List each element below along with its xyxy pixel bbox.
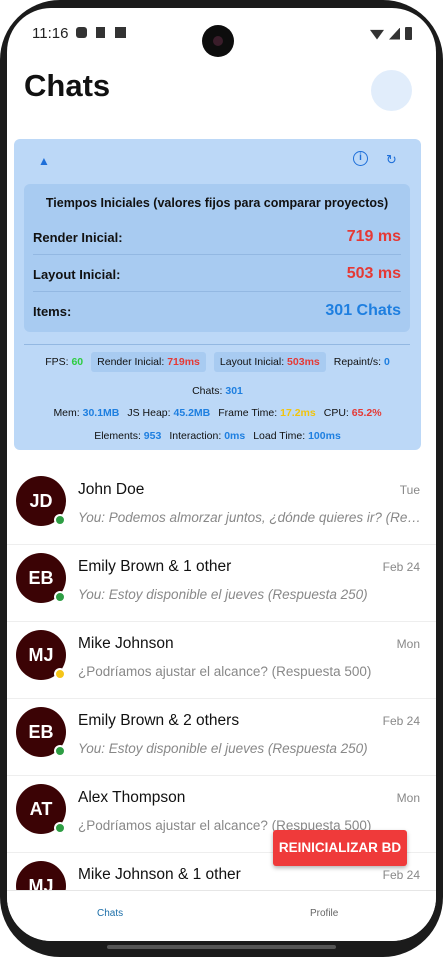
online-status-dot	[54, 514, 66, 526]
front-camera	[202, 25, 234, 57]
wifi-icon	[370, 29, 384, 40]
app-screen: 11:16 Chats ▲ i ↻ Tiempos Iniciales (val…	[7, 8, 436, 941]
online-status-dot	[54, 745, 66, 757]
layout-chip: Layout Inicial: 503ms	[213, 352, 326, 372]
metric-value: 503 ms	[346, 265, 401, 282]
mem-stat: Mem: 30.1MB	[53, 407, 120, 419]
stats-line-4: Elements: 953 Interaction: 0ms Load Time…	[14, 430, 421, 442]
chat-date: Feb 24	[382, 560, 420, 574]
cpu-stat: CPU: 65.2%	[323, 407, 382, 419]
chat-date: Mon	[396, 637, 420, 651]
reset-db-button[interactable]: REINICIALIZAR BD	[273, 830, 407, 866]
signal-icon	[389, 27, 400, 40]
chat-date: Feb 24	[382, 868, 420, 882]
home-indicator[interactable]	[107, 945, 336, 949]
collapse-arrow-icon[interactable]: ▲	[38, 154, 50, 168]
chat-list-item[interactable]: EB Emily Brown & 1 other Feb 24 You: Est…	[7, 545, 436, 622]
stats-line-2: Chats: 301	[14, 385, 421, 397]
metric-label: Items:	[33, 304, 72, 319]
page-title: Chats	[24, 68, 111, 103]
chat-date: Mon	[396, 791, 420, 805]
refresh-icon[interactable]: ↻	[386, 152, 397, 168]
initial-times-heading: Tiempos Iniciales (valores fijos para co…	[45, 196, 389, 210]
status-right	[370, 27, 412, 40]
chat-list-item[interactable]: JD John Doe Tue You: Podemos almorzar ju…	[7, 468, 436, 545]
battery-icon	[405, 27, 412, 40]
app-notification-icon	[115, 27, 126, 38]
chat-name: Alex Thompson	[78, 789, 186, 806]
metric-label: Layout Inicial:	[33, 267, 121, 282]
render-chip: Render Inicial: 719ms	[91, 352, 206, 372]
away-status-dot	[54, 668, 66, 680]
shield-icon	[76, 27, 87, 38]
initial-times-card: Tiempos Iniciales (valores fijos para co…	[24, 184, 410, 332]
stats-line-1: FPS: 60 Render Inicial: 719ms Layout Ini…	[14, 352, 421, 372]
chat-date: Feb 24	[382, 714, 420, 728]
interaction-stat: Interaction: 0ms	[169, 430, 246, 442]
chat-preview: You: Podemos almorzar juntos, ¿dónde qui…	[78, 510, 421, 525]
chat-list-item[interactable]: MJ Mike Johnson Mon ¿Podríamos ajustar e…	[7, 622, 436, 699]
chat-preview: You: Estoy disponible el jueves (Respues…	[78, 741, 368, 756]
chat-list-item[interactable]: EB Emily Brown & 2 others Feb 24 You: Es…	[7, 699, 436, 776]
chat-name: Emily Brown & 1 other	[78, 558, 232, 575]
loadtime-stat: Load Time: 100ms	[253, 430, 341, 442]
bottom-tab-bar: Chats Profile	[7, 890, 436, 941]
status-time: 11:16	[32, 25, 69, 42]
elements-stat: Elements: 953	[94, 430, 162, 442]
tab-chats[interactable]: Chats	[97, 908, 123, 919]
divider	[24, 344, 410, 345]
performance-panel: ▲ i ↻ Tiempos Iniciales (valores fijos p…	[14, 139, 421, 450]
chat-date: Tue	[399, 483, 420, 497]
metric-row: Items: 301 Chats	[33, 292, 401, 329]
metric-label: Render Inicial:	[33, 230, 123, 245]
chat-name: John Doe	[78, 481, 145, 498]
metric-row: Layout Inicial: 503 ms	[33, 255, 401, 292]
chat-name: Mike Johnson & 1 other	[78, 866, 241, 883]
metric-row: Render Inicial: 719 ms	[33, 218, 401, 255]
status-bar: 11:16	[7, 8, 436, 57]
online-status-dot	[54, 822, 66, 834]
chat-preview: You: Estoy disponible el jueves (Respues…	[78, 587, 368, 602]
chats-stat: Chats: 301	[192, 385, 243, 397]
frametime-stat: Frame Time: 17.2ms	[218, 407, 316, 419]
tab-profile[interactable]: Profile	[310, 908, 338, 919]
repaint-stat: Repaint/s: 0	[333, 356, 390, 368]
metric-value: 301 Chats	[325, 302, 401, 319]
profile-avatar[interactable]	[371, 70, 412, 111]
chat-preview: ¿Podríamos ajustar el alcance? (Respuest…	[78, 664, 372, 679]
chat-name: Emily Brown & 2 others	[78, 712, 240, 729]
fps-stat: FPS: 60	[45, 356, 84, 368]
sim-card-icon	[96, 27, 105, 38]
metric-value: 719 ms	[346, 228, 401, 245]
info-icon[interactable]: i	[353, 151, 368, 166]
stats-line-3: Mem: 30.1MB JS Heap: 45.2MB Frame Time: …	[14, 407, 421, 419]
jsheap-stat: JS Heap: 45.2MB	[127, 407, 211, 419]
chat-name: Mike Johnson	[78, 635, 174, 652]
online-status-dot	[54, 591, 66, 603]
